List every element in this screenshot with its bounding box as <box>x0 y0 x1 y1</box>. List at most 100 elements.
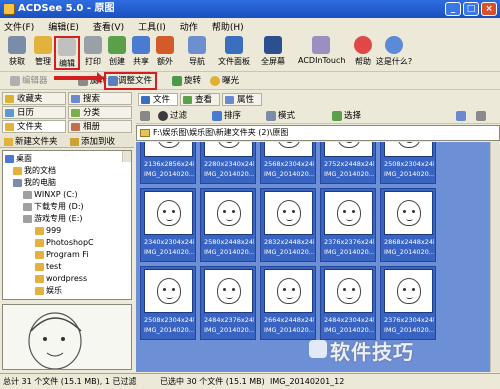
thumbnail[interactable]: 2752x2448x24b IMG_2014020... <box>320 142 376 184</box>
thumbnail[interactable]: 2340x2304x24b IMG_2014020... <box>140 188 196 262</box>
printer-icon <box>84 36 102 54</box>
manage-button[interactable]: 管理 <box>30 36 56 70</box>
secondary-toolbar: 编辑器 旋转 调整文件 旋转 曝光 <box>0 72 500 90</box>
external-button[interactable]: 额外 <box>152 36 178 70</box>
options-button[interactable] <box>476 110 488 122</box>
print-button[interactable]: 打印 <box>80 36 106 70</box>
menu-view[interactable]: 查看(V) <box>93 20 124 33</box>
tree-item[interactable]: WINXP (C:) <box>23 189 78 200</box>
thumbnail-image <box>324 142 373 157</box>
view-mode-button[interactable]: 模式 <box>266 110 295 122</box>
thumbnail[interactable]: 2664x2448x24b IMG_2014020... <box>260 266 316 340</box>
tree-scrollbar[interactable] <box>122 151 131 162</box>
tree-item[interactable]: 桌面 <box>5 153 32 164</box>
menu-actions[interactable]: 动作 <box>180 20 198 33</box>
filter-button[interactable]: 过滤 <box>158 110 187 122</box>
folder-icon <box>35 238 44 247</box>
tab-search[interactable]: 搜索 <box>68 92 132 105</box>
back-button[interactable] <box>140 110 152 122</box>
editor-icon <box>10 76 20 86</box>
share-icon <box>132 36 150 54</box>
sort-icon <box>212 111 222 121</box>
minimize-button[interactable]: _ <box>445 2 461 16</box>
star-icon <box>5 95 14 103</box>
tree-item[interactable]: 我的电脑 <box>13 177 56 188</box>
album-icon <box>71 123 80 131</box>
resize-button[interactable]: 调整文件 <box>104 72 158 90</box>
select-button[interactable]: 选择 <box>332 110 361 122</box>
thumbnail-image <box>144 191 193 235</box>
new-folder-button[interactable]: 新建文件夹 <box>4 135 58 147</box>
thumbnail[interactable]: 2280x2340x24b IMG_2014020... <box>200 142 256 184</box>
thumbnail-image <box>384 142 433 157</box>
tree-item[interactable]: 999 <box>35 225 61 236</box>
acquire-button[interactable]: 获取 <box>4 36 30 70</box>
thumbnail[interactable]: 2484x2304x24b IMG_2014020... <box>320 266 376 340</box>
exposure-button[interactable]: 曝光 <box>210 74 239 88</box>
thumbnail[interactable]: 2568x2304x24b IMG_2014020... <box>260 142 316 184</box>
thumbnail[interactable]: 2376x2376x24b IMG_2014020... <box>320 188 376 262</box>
thumbnail[interactable]: 2508x2304x24b IMG_2014020... <box>140 266 196 340</box>
select-icon <box>332 111 342 121</box>
tree-item[interactable]: 游戏专用 (E:) <box>23 213 83 224</box>
navigate-button[interactable]: 导航 <box>184 36 210 70</box>
tab-category[interactable]: 分类 <box>68 106 132 119</box>
image-preview <box>2 304 132 370</box>
tab-files[interactable]: 文件 <box>138 93 178 106</box>
drive-icon <box>23 202 32 211</box>
tree-item[interactable]: wordpress <box>35 273 87 284</box>
thumbnail-image <box>264 142 313 157</box>
thumbnail[interactable]: 2580x2448x24b IMG_2014020... <box>200 188 256 262</box>
tree-item[interactable]: PhotoshopC <box>35 237 94 248</box>
tab-calendar[interactable]: 日历 <box>2 106 66 119</box>
whats-this-button[interactable]: 这是什么? <box>372 36 416 70</box>
panel-toggle-button[interactable] <box>456 110 468 122</box>
create-icon <box>108 36 126 54</box>
fullscreen-button[interactable]: 全屏幕 <box>258 36 288 70</box>
folder-icon <box>35 274 44 283</box>
rotate-button[interactable]: 旋转 <box>172 74 201 88</box>
editor-button[interactable]: 编辑器 <box>10 74 48 88</box>
thumbnail[interactable]: 2832x2448x24b IMG_2014020... <box>260 188 316 262</box>
menu-tools[interactable]: 工具(I) <box>138 20 166 33</box>
share-button[interactable]: 共享 <box>128 36 154 70</box>
folder-actions-bar: 新建文件夹 添加到收 <box>0 134 134 148</box>
tree-item[interactable]: 我的文档 <box>13 165 56 176</box>
menu-help[interactable]: 帮助(H) <box>212 20 244 33</box>
thumbnail[interactable]: 2868x2448x24b IMG_2014020... <box>380 188 436 262</box>
sort-button[interactable]: 排序 <box>212 110 241 122</box>
thumbnail[interactable]: 2136x2856x24b IMG_2014020... <box>140 142 196 184</box>
path-text: F:\娱乐图\娱乐图\新建文件夹 (2)\原图 <box>153 128 289 137</box>
create-button[interactable]: 创建 <box>104 36 130 70</box>
folder-icon <box>35 262 44 271</box>
thumbnail-scrollbar[interactable] <box>490 142 500 372</box>
preview-drawing <box>3 305 131 369</box>
tree-item[interactable]: 娱乐 <box>35 285 62 296</box>
tab-favorites[interactable]: 收藏夹 <box>2 92 66 105</box>
tree-item[interactable]: Program Fi <box>35 249 89 260</box>
menu-bar: 文件(F) 编辑(E) 查看(V) 工具(I) 动作 帮助(H) <box>0 18 500 34</box>
tab-properties[interactable]: 属性 <box>222 93 262 106</box>
path-bar[interactable]: F:\娱乐图\娱乐图\新建文件夹 (2)\原图 <box>136 125 500 141</box>
tree-item[interactable]: test <box>35 261 61 272</box>
thumbnail-image <box>144 269 193 313</box>
menu-file[interactable]: 文件(F) <box>4 20 34 33</box>
edit-button[interactable]: 编辑 <box>54 36 80 70</box>
add-favorite-button[interactable]: 添加到收 <box>70 135 115 147</box>
thumbnail[interactable]: 2508x2304x24b IMG_2014020... <box>380 142 436 184</box>
tab-album[interactable]: 相册 <box>68 120 132 133</box>
resize-icon <box>108 76 118 86</box>
thumbnail[interactable]: 2376x2304x24b IMG_2014020... <box>380 266 436 340</box>
new-folder-icon <box>4 137 13 146</box>
close-button[interactable]: × <box>481 2 497 16</box>
file-panel-button[interactable]: 文件面板 <box>216 36 252 70</box>
thumbnail[interactable]: 2484x2376x24b IMG_2014020... <box>200 266 256 340</box>
acdintouch-button[interactable]: ACDInTouch <box>298 36 345 70</box>
menu-edit[interactable]: 编辑(E) <box>48 20 79 33</box>
tab-view[interactable]: 查看 <box>180 93 220 106</box>
tab-folders[interactable]: 文件夹 <box>2 120 66 133</box>
drive-icon <box>23 190 32 199</box>
thumbnail-image <box>264 191 313 235</box>
tree-item[interactable]: 下载专用 (D:) <box>23 201 84 212</box>
maximize-button[interactable]: □ <box>463 2 479 16</box>
